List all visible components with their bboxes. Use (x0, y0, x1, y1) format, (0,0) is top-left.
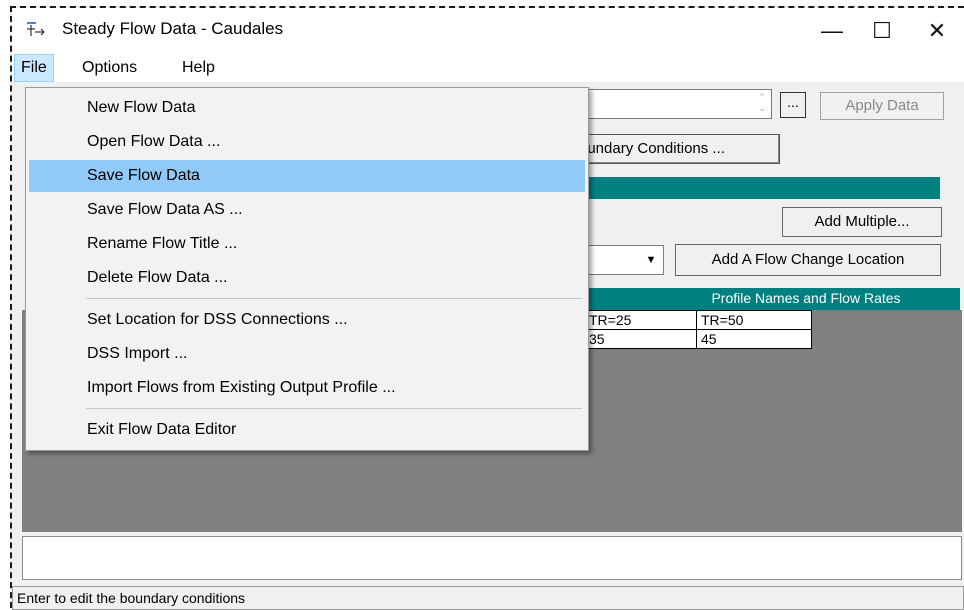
menu-item-rename-flow-title[interactable]: Rename Flow Title ... (29, 228, 585, 260)
add-multiple-button[interactable]: Add Multiple... (782, 207, 942, 237)
menu-item-set-dss-location[interactable]: Set Location for DSS Connections ... (29, 304, 585, 336)
description-box[interactable] (22, 536, 962, 580)
apply-data-button[interactable]: Apply Data (820, 92, 944, 120)
steady-flow-icon (27, 22, 45, 36)
spin-up-icon[interactable]: ⌃ (755, 92, 769, 103)
menu-file[interactable]: File (14, 54, 54, 82)
minimize-button[interactable]: — (807, 8, 857, 54)
spin-arrows-icon[interactable]: ⌃ ⌄ (755, 92, 769, 116)
menu-item-dss-import[interactable]: DSS Import ... (29, 338, 585, 370)
menu-item-save-flow-data-as[interactable]: Save Flow Data AS ... (29, 194, 585, 226)
steady-flow-window: Steady Flow Data - Caudales — ☐ ✕ File O… (10, 6, 964, 610)
profile-column-header[interactable]: TR=50 (696, 310, 812, 330)
spin-down-icon[interactable]: ⌄ (755, 103, 769, 114)
browse-button[interactable]: ... (780, 92, 806, 118)
menu-item-exit-editor[interactable]: Exit Flow Data Editor (29, 414, 585, 446)
menu-separator (86, 408, 582, 409)
flow-changes-header: ges (542, 177, 940, 199)
title-bar: Steady Flow Data - Caudales — ☐ ✕ (12, 8, 964, 54)
menu-bar: File Options Help (12, 54, 964, 82)
window-title: Steady Flow Data - Caudales (62, 19, 284, 38)
profile-column-header[interactable]: TR=25 (584, 310, 697, 330)
status-bar: Enter to edit the boundary conditions (12, 586, 964, 610)
file-menu-dropdown: New Flow Data Open Flow Data ... Save Fl… (25, 87, 589, 451)
menu-item-import-flows[interactable]: Import Flows from Existing Output Profil… (29, 372, 585, 404)
menu-separator (86, 298, 582, 299)
profile-names-header: Profile Names and Flow Rates (542, 288, 960, 310)
add-flow-change-location-button[interactable]: Add A Flow Change Location (675, 244, 941, 276)
flow-value-cell[interactable]: 35 (584, 329, 697, 349)
menu-item-open-flow-data[interactable]: Open Flow Data ... (29, 126, 585, 158)
menu-help[interactable]: Help (176, 54, 221, 82)
close-button[interactable]: ✕ (912, 8, 962, 54)
menu-options[interactable]: Options (76, 54, 143, 82)
flow-value-cell[interactable]: 45 (696, 329, 812, 349)
menu-item-delete-flow-data[interactable]: Delete Flow Data ... (29, 262, 585, 294)
maximize-button[interactable]: ☐ (857, 8, 907, 54)
menu-item-new-flow-data[interactable]: New Flow Data (29, 92, 585, 124)
dropdown-arrow-icon[interactable]: ▼ (641, 248, 661, 272)
menu-item-save-flow-data[interactable]: Save Flow Data (29, 160, 585, 192)
